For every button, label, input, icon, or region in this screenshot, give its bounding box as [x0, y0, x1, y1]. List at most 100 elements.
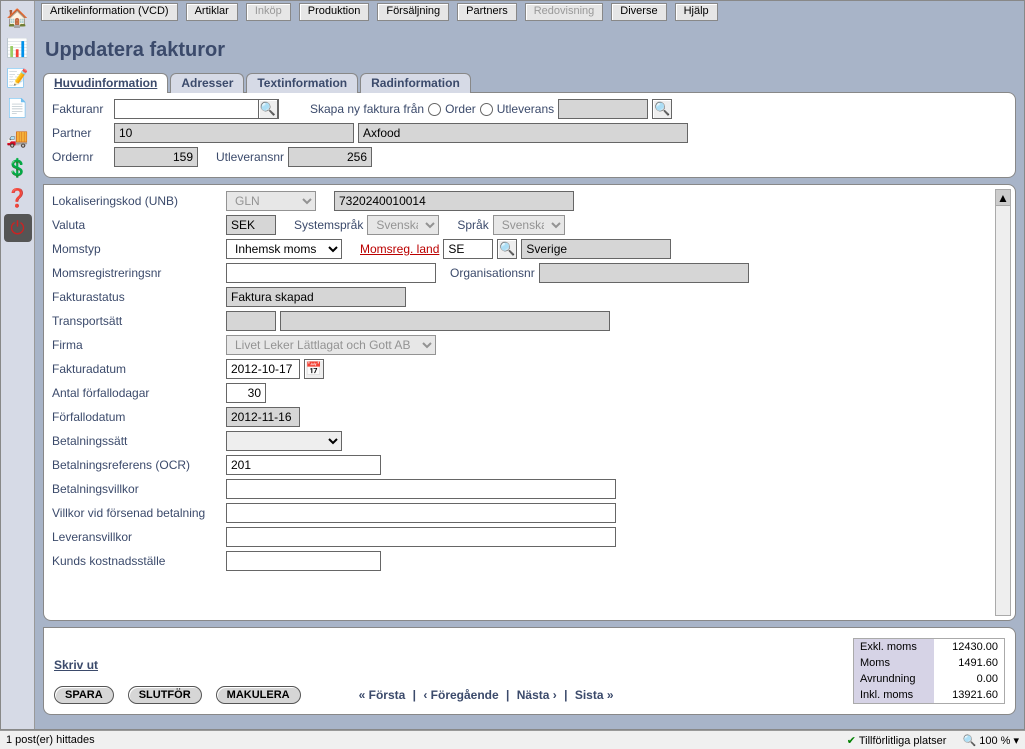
header-panel: Fakturanr 🔍 Skapa ny faktura från Order …: [43, 92, 1016, 178]
slutfor-button[interactable]: SLUTFÖR: [128, 686, 202, 704]
betalref-label: Betalningsreferens (OCR): [52, 458, 222, 472]
coin-icon[interactable]: 💲: [4, 154, 32, 182]
tab-huvudinformation[interactable]: Huvudinformation: [43, 73, 168, 93]
document-icon[interactable]: 📄: [4, 94, 32, 122]
order-radio[interactable]: [428, 103, 441, 116]
form-tabs: Huvudinformation Adresser Textinformatio…: [43, 72, 1016, 92]
menu-diverse[interactable]: Diverse: [611, 3, 666, 21]
systemsprak-select: Svenska: [367, 215, 439, 235]
lokaliseringskod-label: Lokaliseringskod (UNB): [52, 194, 222, 208]
menu-artiklar[interactable]: Artiklar: [186, 3, 238, 21]
systemsprak-label: Systemspråk: [294, 218, 363, 232]
menu-partners[interactable]: Partners: [457, 3, 517, 21]
betalningsvillkor-input[interactable]: [226, 479, 616, 499]
forfallodatum-value: 2012-11-16: [226, 407, 300, 427]
leveransvillkor-label: Leveransvillkor: [52, 530, 222, 544]
menu-produktion[interactable]: Produktion: [299, 3, 370, 21]
totals-table: Exkl. moms12430.00 Moms1491.60 Avrundnin…: [853, 638, 1005, 704]
transportsatt-label: Transportsätt: [52, 314, 222, 328]
help-icon[interactable]: ❓: [4, 184, 32, 212]
utleveransnr-label: Utleveransnr: [216, 150, 284, 164]
inkl-value: 13921.60: [934, 687, 1004, 703]
kunds-kostnad-label: Kunds kostnadsställe: [52, 554, 222, 568]
fakturadatum-input[interactable]: [226, 359, 300, 379]
skapa-label: Skapa ny faktura från: [310, 102, 424, 116]
momsregnr-input[interactable]: [226, 263, 436, 283]
spara-button[interactable]: SPARA: [54, 686, 114, 704]
fakturadatum-calendar-icon[interactable]: 📅: [304, 359, 324, 379]
menu-hjalp[interactable]: Hjälp: [675, 3, 718, 21]
sprak-label: Språk: [457, 218, 488, 232]
tab-textinformation[interactable]: Textinformation: [246, 73, 358, 93]
menu-artikelinformation[interactable]: Artikelinformation (VCD): [41, 3, 178, 21]
fakturastatus-label: Fakturastatus: [52, 290, 222, 304]
firma-select: Livet Leker Lättlagat och Gott AB: [226, 335, 436, 355]
firma-label: Firma: [52, 338, 222, 352]
betalningsvillkor-label: Betalningsvillkor: [52, 482, 222, 496]
avrund-label: Avrundning: [854, 671, 934, 687]
fakturanr-search-icon[interactable]: 🔍: [258, 99, 278, 119]
betalref-input[interactable]: [226, 455, 381, 475]
scrollbar[interactable]: ▲: [995, 189, 1011, 616]
momstyp-label: Momstyp: [52, 242, 222, 256]
moms-value: 1491.60: [934, 655, 1004, 671]
kunds-kostnad-input[interactable]: [226, 551, 381, 571]
fakturanr-label: Fakturanr: [52, 102, 110, 116]
utleverans-radio[interactable]: [480, 103, 493, 116]
villkor-forsenad-input[interactable]: [226, 503, 616, 523]
print-link[interactable]: Skriv ut: [54, 658, 614, 672]
villkor-forsenad-label: Villkor vid försenad betalning: [52, 506, 222, 520]
top-menu: Artikelinformation (VCD) Artiklar Inköp …: [35, 1, 1024, 23]
transportsatt-code: [226, 311, 276, 331]
menu-forsaljning[interactable]: Försäljning: [377, 3, 449, 21]
footer-panel: Skriv ut SPARA SLUTFÖR MAKULERA « Första…: [43, 627, 1016, 715]
fakturanr-input[interactable]: [114, 99, 279, 119]
sidebar: 🏠 📊 📝 📄 🚚 💲 ❓ ⏻: [1, 1, 35, 729]
menu-redovisning: Redovisning: [525, 3, 604, 21]
momsregnr-label: Momsregistreringsnr: [52, 266, 222, 280]
tab-radinformation[interactable]: Radinformation: [360, 73, 471, 93]
nav-prev[interactable]: ‹ Föregående: [423, 688, 498, 702]
form-panel: Lokaliseringskod (UNB) GLN 7320240010014…: [43, 184, 1016, 621]
scroll-up-icon[interactable]: ▲: [996, 190, 1010, 206]
order-radio-label: Order: [445, 102, 476, 116]
betalningssatt-select[interactable]: [226, 431, 342, 451]
skapa-value: [558, 99, 648, 119]
transportsatt-name: [280, 311, 610, 331]
exkl-label: Exkl. moms: [854, 639, 934, 655]
momsreg-land-code[interactable]: [443, 239, 493, 259]
nav-last[interactable]: Sista »: [575, 688, 614, 702]
leveransvillkor-input[interactable]: [226, 527, 616, 547]
orgnr-value: [539, 263, 749, 283]
skapa-search-icon[interactable]: 🔍: [652, 99, 672, 119]
nav-next[interactable]: Nästa ›: [517, 688, 557, 702]
truck-icon[interactable]: 🚚: [4, 124, 32, 152]
home-icon[interactable]: 🏠: [4, 4, 32, 32]
partner-code: 10: [114, 123, 354, 143]
antal-forfallodagar-input[interactable]: [226, 383, 266, 403]
menu-inkop: Inköp: [246, 3, 291, 21]
tab-adresser[interactable]: Adresser: [170, 73, 244, 93]
forfallodatum-label: Förfallodatum: [52, 410, 222, 424]
ordernr-label: Ordernr: [52, 150, 110, 164]
moms-label: Moms: [854, 655, 934, 671]
power-icon[interactable]: ⏻: [4, 214, 32, 242]
ordernr-value: 159: [114, 147, 198, 167]
momsreg-land-name: Sverige: [521, 239, 671, 259]
page-title: Uppdatera fakturor: [45, 39, 1014, 62]
chart-icon[interactable]: 📊: [4, 34, 32, 62]
makulera-button[interactable]: MAKULERA: [216, 686, 301, 704]
momsreg-land-search-icon[interactable]: 🔍: [497, 239, 517, 259]
note-icon[interactable]: 📝: [4, 64, 32, 92]
momstyp-select[interactable]: Inhemsk moms: [226, 239, 342, 259]
valuta-value: SEK: [226, 215, 276, 235]
momsreg-land-label: Momsreg. land: [360, 242, 439, 256]
status-trust: ✔ Tillförlitliga platser: [847, 734, 947, 747]
fakturastatus-value: Faktura skapad: [226, 287, 406, 307]
status-zoom[interactable]: 🔍 100 % ▾: [962, 734, 1019, 747]
nav-first[interactable]: « Första: [359, 688, 406, 702]
orgnr-label: Organisationsnr: [450, 266, 535, 280]
partner-name: Axfood: [358, 123, 688, 143]
status-bar: 1 post(er) hittades ✔ Tillförlitliga pla…: [0, 730, 1025, 749]
lokaliseringskod-value: 7320240010014: [334, 191, 574, 211]
